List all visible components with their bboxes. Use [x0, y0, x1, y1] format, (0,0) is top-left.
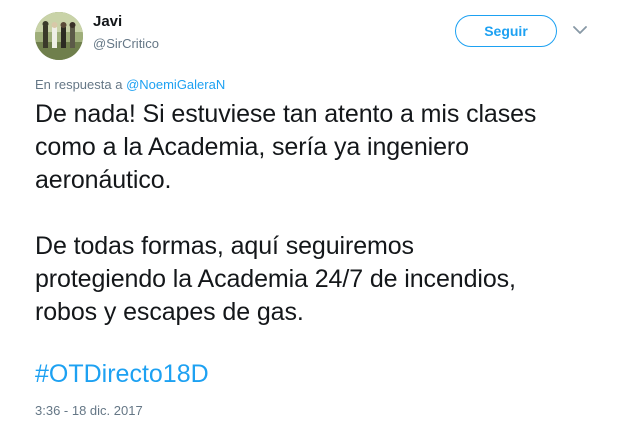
chevron-down-icon[interactable] — [573, 25, 587, 35]
author-display-name[interactable]: Javi — [93, 12, 122, 32]
avatar[interactable] — [35, 12, 83, 60]
tweet-text-line: aeronáutico. — [35, 166, 172, 194]
tweet-paragraph-1: De nada! Si estuviese tan atento a mis c… — [35, 98, 615, 197]
tweet-text-line: robos y escapes de gas. — [35, 298, 304, 326]
follow-button[interactable]: Seguir — [455, 15, 557, 47]
author-handle[interactable]: @SirCritico — [93, 35, 159, 53]
tweet-text-line: como a la Academia, sería ya ingeniero — [35, 133, 469, 161]
tweet-paragraph-2: De todas formas, aquí seguiremos protegi… — [35, 230, 615, 329]
tweet-text-line: De todas formas, aquí seguiremos — [35, 232, 414, 260]
reply-context-prefix: En respuesta a — [35, 77, 127, 92]
hashtag-link[interactable]: #OTDirecto18D — [35, 358, 209, 391]
tweet-timestamp[interactable]: 3:36 - 18 dic. 2017 — [35, 402, 143, 420]
tweet-text-line: protegiendo la Academia 24/7 de incendio… — [35, 265, 516, 293]
reply-mention-link[interactable]: @NoemiGaleraN — [126, 77, 225, 92]
avatar-image — [35, 12, 83, 60]
tweet-text: De nada! Si estuviese tan atento a mis c… — [35, 98, 615, 329]
reply-context: En respuesta a @NoemiGaleraN — [35, 76, 225, 94]
tweet-text-line: De nada! Si estuviese tan atento a mis c… — [35, 100, 537, 128]
